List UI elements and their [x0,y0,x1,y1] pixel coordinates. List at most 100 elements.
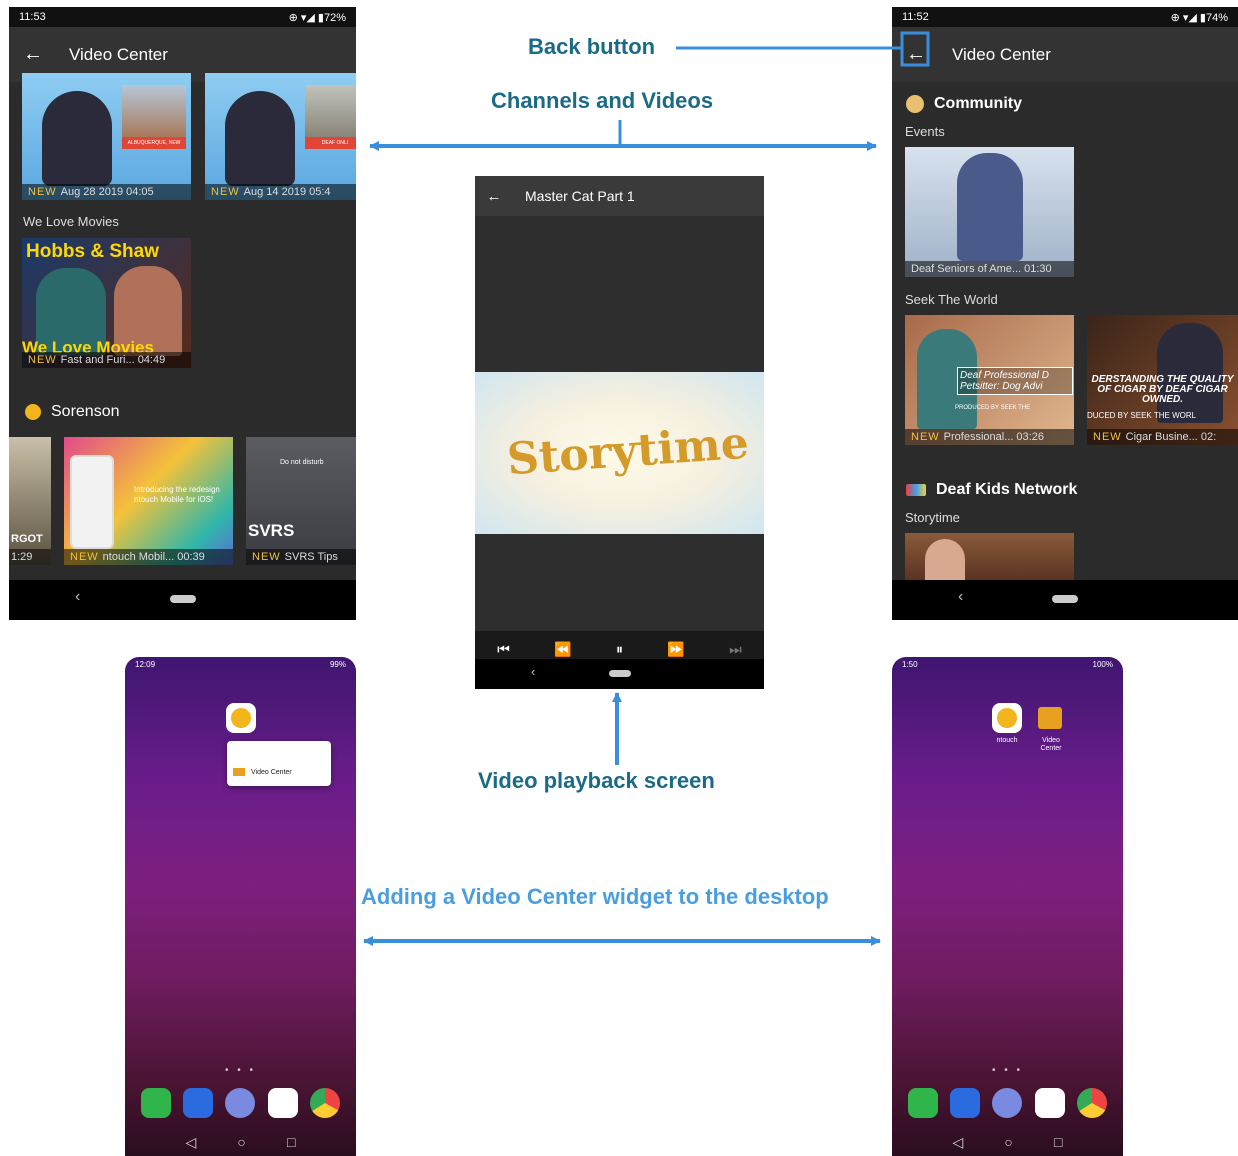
status-battery: 99% [329,660,346,669]
nav-back-icon[interactable]: ◁ [186,1134,197,1151]
pause-icon[interactable]: ⏸ [616,641,623,658]
video-meta: Fast and Furi... 04:49 [60,354,166,366]
chrome-icon[interactable] [309,1088,340,1118]
video-meta: Deaf Seniors of Ame... 01:30 [911,263,1052,275]
callout-widget: Adding a Video Center widget to the desk… [361,884,829,909]
fast-forward-icon[interactable]: ⏩ [667,641,684,658]
system-nav-bar: ‹ [475,659,764,689]
ntouch-app-icon[interactable] [992,703,1022,733]
popup-item-label: Video Center [251,768,292,776]
nav-recents-icon[interactable]: □ [287,1134,295,1150]
back-arrow-icon[interactable]: ← [475,188,513,205]
app-bar: ← Video Center [892,27,1238,82]
overlay-top: Do not disturb [280,459,324,466]
nav-back-icon[interactable]: ‹ [958,588,963,606]
ntouch-app-icon[interactable] [226,703,256,733]
video-thumbnail[interactable]: DEAF ONLI NEW Aug 14 2019 05:4 [205,73,356,200]
video-thumbnail[interactable]: ALBUQUERQUE, NEW NEW Aug 28 2019 04:05 [22,73,191,200]
presenter-figure [957,153,1023,261]
presenter-figure [42,91,112,186]
overlay-sub: DUCED BY SEEK THE WORL [1087,411,1197,420]
camera-icon[interactable] [992,1088,1023,1118]
channel-header: Sorenson [25,403,120,421]
channel-header: Deaf Kids Network [906,481,1077,499]
video-meta: 1:29 [11,551,33,563]
phone-image [70,455,114,549]
phone-icon[interactable] [141,1088,172,1118]
home-screen-right: 1:50 100% ntouch Video Center • • • ◁ ○ … [892,657,1123,1156]
video-thumbnail[interactable] [905,533,1074,580]
status-icons: ⊕ ▾◢ ▮72% [288,11,346,24]
camera-icon[interactable] [225,1088,256,1118]
status-bar: 1:50 100% [892,657,1123,673]
movie-thumbnail[interactable]: Hobbs & Shaw We Love Movies NEW Fast and … [22,238,191,368]
poster-title: Hobbs & Shaw [26,241,160,262]
video-thumbnail[interactable]: RGOT 1:29 [9,437,51,565]
back-arrow-icon[interactable]: ← [892,43,940,66]
rewind-icon[interactable]: ⏪ [554,641,571,658]
status-bar: 11:53 ⊕ ▾◢ ▮72% [9,7,356,27]
nav-recents-icon[interactable]: □ [1054,1134,1062,1150]
skip-previous-icon[interactable]: ⏮ [497,641,510,658]
sorenson-logo-icon [25,404,41,420]
nav-home-pill-icon[interactable] [169,595,196,603]
video-center-widget-icon[interactable] [1038,707,1062,729]
nav-home-pill-icon[interactable] [608,670,631,677]
system-nav-bar: ‹ [9,580,356,620]
status-time: 11:53 [19,11,46,23]
overlay-image [305,85,356,137]
home-screen-left: 12:09 99% Video Center • • • ◁ ○ □ [125,657,356,1156]
section-title: Storytime [905,510,960,525]
video-center-screen-left: 11:53 ⊕ ▾◢ ▮72% ← Video Center ALBUQUERQ… [9,7,356,620]
chrome-icon[interactable] [1076,1088,1107,1118]
overlay-sub: PRODUCED BY SEEK THE [955,405,1031,411]
channel-name: Sorenson [51,403,120,420]
new-badge: NEW [211,186,240,198]
video-meta: ntouch Mobil... 00:39 [102,551,205,563]
popup-item[interactable]: Video Center [233,768,292,776]
overlay-caption: Introducing the redesign ntouch Mobile f… [134,485,220,504]
video-frame[interactable]: Storytime [475,372,764,534]
video-center-screen-right: 11:52 ⊕ ▾◢ ▮74% ← Video Center Community… [892,7,1238,620]
nav-back-icon[interactable]: ‹ [75,588,80,606]
app-dock [892,1088,1123,1122]
video-meta: Professional... 03:26 [943,431,1044,443]
system-nav-bar: ‹ [892,580,1238,620]
app-bar: ← Master Cat Part 1 [475,176,764,216]
messages-icon[interactable] [950,1088,981,1118]
new-badge: NEW [28,354,57,366]
phone-icon[interactable] [908,1088,939,1118]
sorenson-logo-icon [997,708,1017,728]
widget-popup: Video Center [227,741,331,786]
home-nav-bar: ◁ ○ □ [892,1128,1123,1156]
back-arrow-icon[interactable]: ← [9,43,57,66]
video-thumbnail[interactable]: Deaf Professional D Petsitter: Dog Advi … [905,315,1074,445]
new-badge: NEW [1093,431,1122,443]
skip-next-icon[interactable]: ⏭ [729,641,742,658]
home-nav-bar: ◁ ○ □ [125,1128,356,1156]
video-thumbnail[interactable]: Do not disturb SVRS NEW SVRS Tips [246,437,356,565]
new-badge: NEW [28,186,57,198]
video-thumbnail[interactable]: Deaf Seniors of Ame... 01:30 [905,147,1074,277]
overlay-caption: RGOT [11,533,43,545]
status-time: 12:09 [135,660,156,669]
callout-channels-videos: Channels and Videos [491,88,714,113]
video-thumbnail[interactable]: DERSTANDING THE QUALITY OF CIGAR BY DEAF… [1087,315,1238,445]
nav-home-pill-icon[interactable] [1052,595,1078,603]
play-store-icon[interactable] [267,1088,298,1118]
video-center-icon [233,768,245,776]
overlay-image [122,85,186,137]
section-title: We Love Movies [23,214,119,229]
section-title: Seek The World [905,292,998,307]
video-frame-text: Storytime [505,417,751,486]
messages-icon[interactable] [183,1088,214,1118]
video-thumbnail[interactable]: Introducing the redesign ntouch Mobile f… [64,437,233,565]
presenter-figure [1157,323,1223,423]
nav-home-icon[interactable]: ○ [1004,1134,1012,1150]
nav-back-icon[interactable]: ◁ [953,1134,964,1151]
play-store-icon[interactable] [1034,1088,1065,1118]
nav-back-icon[interactable]: ‹ [531,664,535,679]
nav-home-icon[interactable]: ○ [237,1134,245,1150]
new-badge: NEW [911,431,940,443]
video-meta: SVRS Tips [284,551,338,563]
